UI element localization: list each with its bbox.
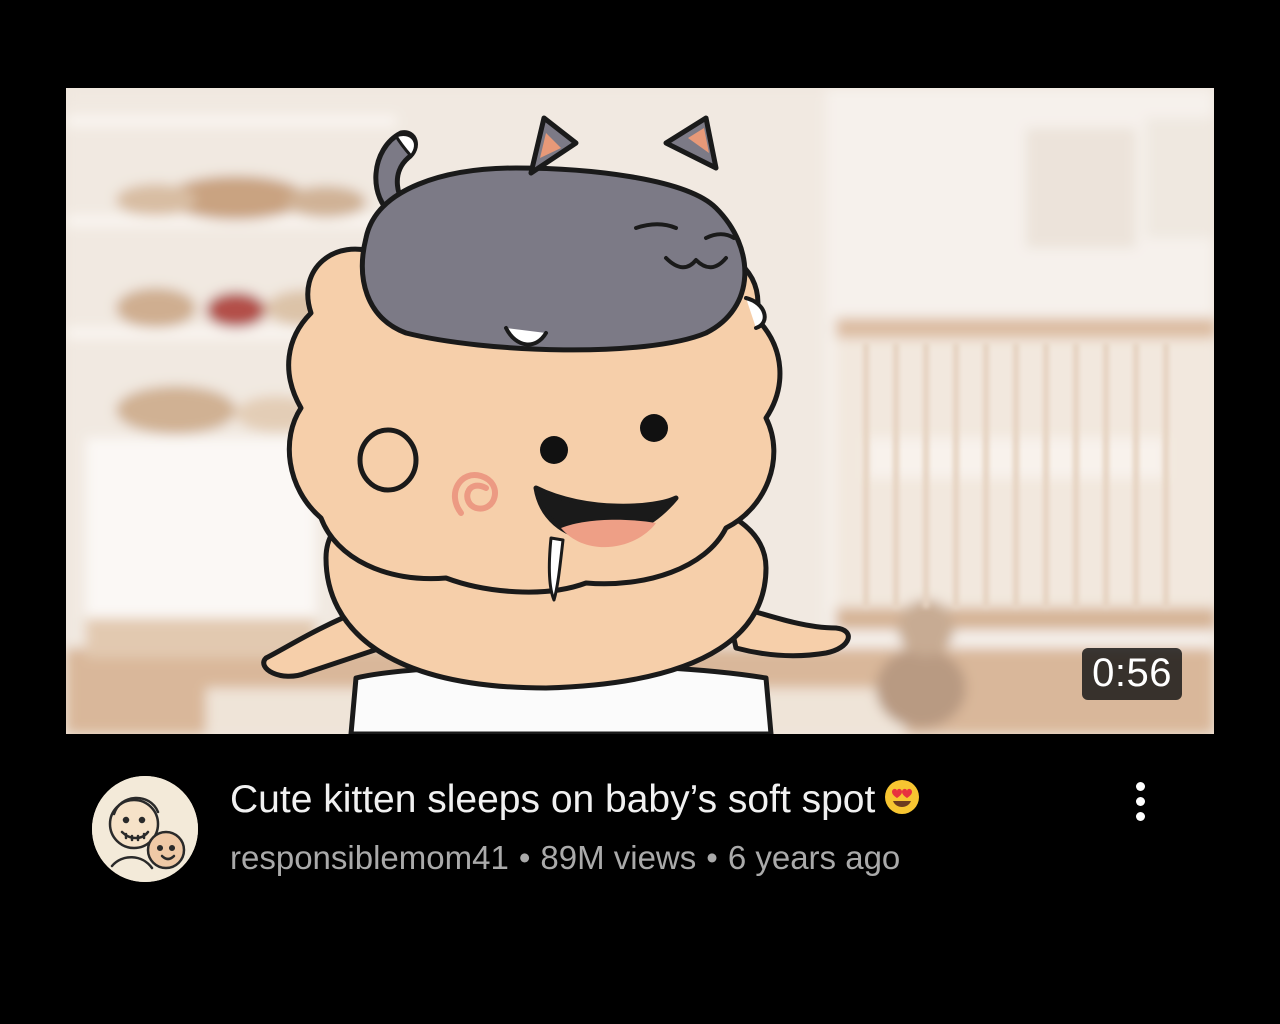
avatar-illustration [92,776,198,882]
upload-age: 6 years ago [727,839,901,876]
duration-badge: 0:56 [1082,648,1182,700]
video-feed-item: 0:56 Cute kitten sleeps on baby’s soft s… [0,0,1280,1024]
video-thumbnail[interactable]: 0:56 [66,88,1214,734]
more-vert-icon[interactable] [1116,776,1164,836]
video-meta: Cute kitten sleeps on baby’s soft spot r… [230,774,1090,880]
channel-avatar[interactable] [92,776,198,882]
video-subline: responsiblemom41 • 89M views • 6 years ago [230,836,1090,880]
kebab-dot [1135,797,1145,806]
separator-dot: • [518,839,531,876]
video-title-text: Cute kitten sleeps on baby’s soft spot [230,778,876,821]
kebab-dot [1135,782,1145,791]
video-title[interactable]: Cute kitten sleeps on baby’s soft spot [230,774,1090,830]
thumbnail-illustration [66,88,1214,734]
heart-eyes-emoji-icon [883,778,921,830]
kebab-dot [1135,812,1145,821]
channel-name[interactable]: responsiblemom41 [230,839,509,876]
view-count: 89M views [540,839,697,876]
separator-dot: • [706,839,718,876]
